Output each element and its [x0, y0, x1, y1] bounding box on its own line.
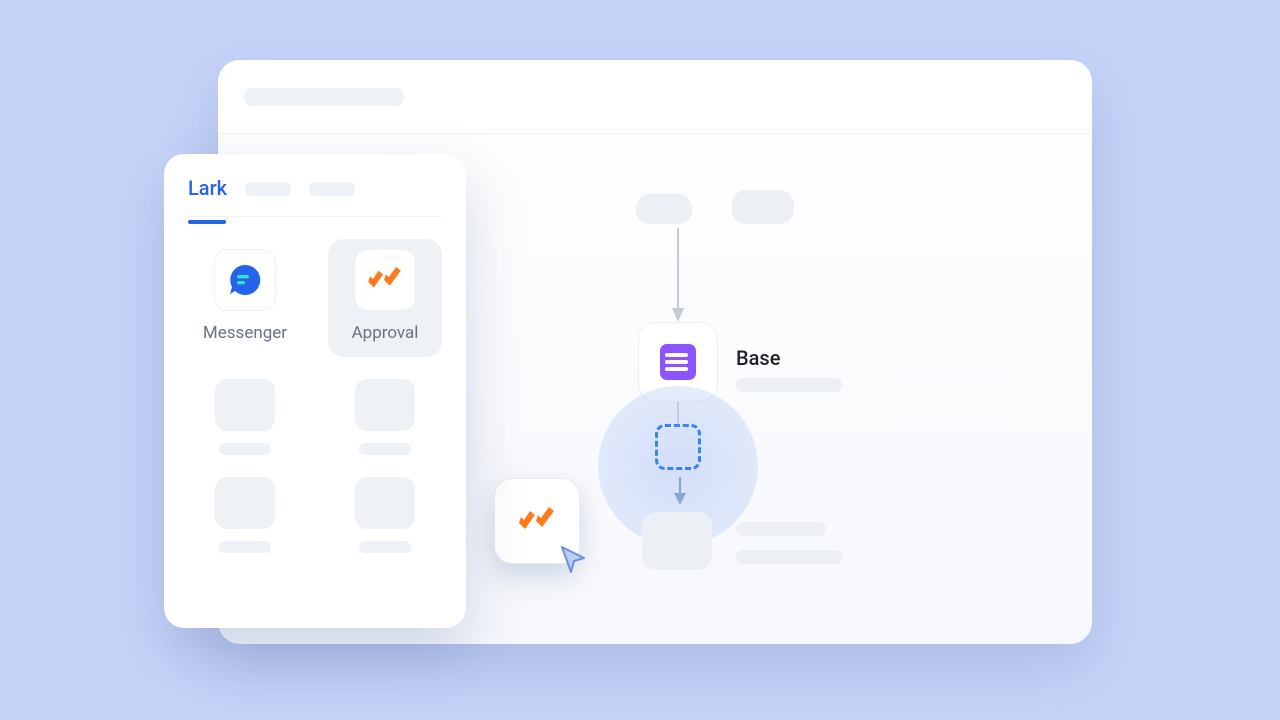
app-placeholder[interactable]: [188, 477, 302, 553]
approval-icon: [516, 506, 558, 536]
tab-underline: [188, 220, 226, 224]
placeholder-label: [359, 541, 411, 553]
tab-lark[interactable]: Lark: [188, 176, 227, 202]
text-placeholder: [736, 550, 842, 564]
tab-placeholder[interactable]: [309, 182, 355, 196]
canvas-title-placeholder: [244, 88, 404, 106]
app-messenger-label: Messenger: [203, 323, 287, 343]
app-placeholder[interactable]: [328, 477, 442, 553]
flow-node-placeholder: [732, 190, 794, 224]
placeholder-icon: [215, 477, 275, 529]
messenger-icon: [214, 249, 276, 311]
flow-drop-slot[interactable]: [655, 424, 701, 470]
list-icon: [660, 344, 696, 380]
text-placeholder: [736, 378, 842, 392]
tab-placeholder[interactable]: [245, 182, 291, 196]
flow-node-base-label: Base: [736, 346, 780, 370]
placeholder-icon: [215, 379, 275, 431]
cursor-pointer-icon: [558, 544, 590, 576]
placeholder-label: [219, 541, 271, 553]
app-approval-label: Approval: [352, 323, 419, 343]
flow-arrow-down-icon: [676, 228, 680, 324]
flow-node-placeholder: [636, 194, 692, 224]
picker-tabs: Lark: [188, 176, 442, 217]
canvas-header: [218, 60, 1092, 134]
flow-arrow-down-icon: [674, 477, 686, 507]
apps-grid: Messenger Approval: [188, 239, 442, 553]
app-placeholder[interactable]: [328, 379, 442, 455]
app-picker-panel: Lark Messenger Approval: [164, 154, 466, 628]
flow-node-placeholder: [642, 512, 712, 570]
placeholder-icon: [355, 477, 415, 529]
app-messenger[interactable]: Messenger: [188, 239, 302, 357]
app-placeholder[interactable]: [188, 379, 302, 455]
placeholder-label: [219, 443, 271, 455]
app-approval[interactable]: Approval: [328, 239, 442, 357]
placeholder-icon: [355, 379, 415, 431]
placeholder-label: [359, 443, 411, 455]
text-placeholder: [736, 522, 826, 536]
flow-connector-icon: [676, 402, 680, 426]
approval-icon: [354, 249, 416, 311]
